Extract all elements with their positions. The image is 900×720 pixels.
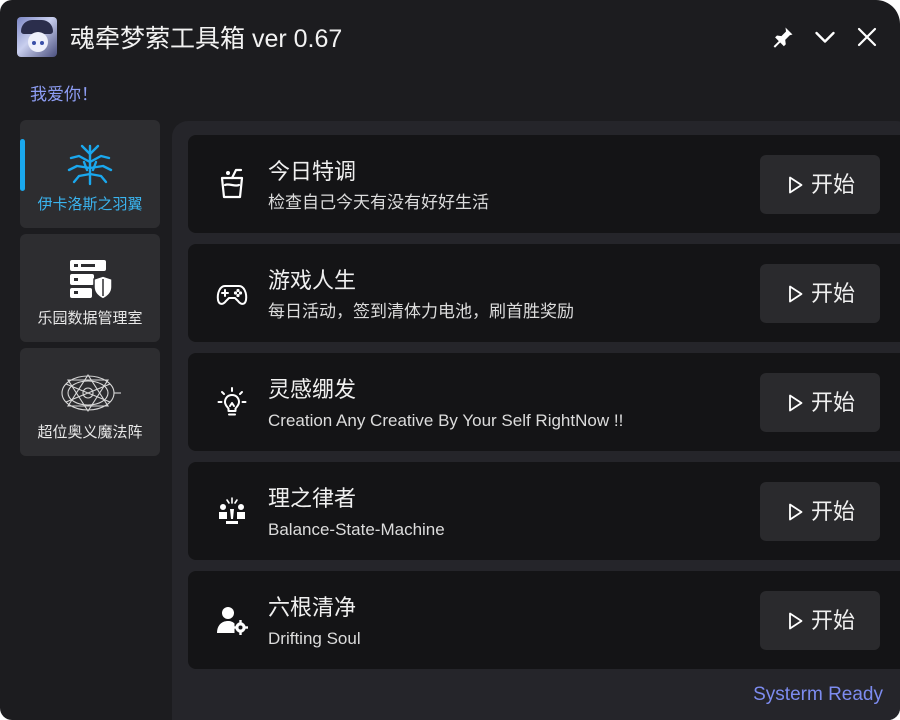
- status-text: Systerm Ready: [753, 684, 883, 705]
- tool-card-pure-mind: 六根清净 Drifting Soul 开始: [188, 571, 900, 669]
- sidebar-item-label: 伊卡洛斯之羽翼: [37, 196, 143, 213]
- sidebar-item-label: 乐园数据管理室: [37, 310, 143, 327]
- start-button-label: 开始: [810, 280, 855, 306]
- wings-icon: [67, 144, 113, 186]
- sidebar-item-label: 超位奥义魔法阵: [37, 424, 143, 441]
- tool-description: Balance-State-Machine: [268, 520, 445, 539]
- pin-icon: [773, 27, 793, 48]
- tool-description: 每日活动，签到清体力电池，刷首胜奖励: [268, 302, 574, 321]
- tool-title: 理之律者: [268, 486, 357, 511]
- tool-title: 今日特调: [268, 159, 357, 184]
- start-button-label: 开始: [810, 389, 855, 415]
- magic-circle-icon: [61, 373, 121, 413]
- start-button[interactable]: 开始: [760, 591, 880, 650]
- tool-card-daily-special: 今日特调 检查自己今天有没有好好生活 开始: [188, 135, 900, 233]
- close-button[interactable]: [854, 24, 880, 50]
- lightbulb-icon: [217, 387, 247, 416]
- play-icon: [789, 285, 803, 302]
- tool-card-game-life: 游戏人生 每日活动，签到清体力电池，刷首胜奖励 开始: [188, 244, 900, 342]
- balance-icon: [219, 497, 245, 524]
- tool-card-inspiration: 灵感绷发 Creation Any Creative By Your Self …: [188, 353, 900, 451]
- tool-title: 游戏人生: [268, 268, 357, 293]
- greeting-text: 我爱你！: [30, 85, 98, 104]
- sidebar-item-magic-circle[interactable]: 超位奥义魔法阵: [20, 348, 160, 456]
- start-button[interactable]: 开始: [760, 482, 880, 541]
- start-button-label: 开始: [810, 498, 855, 524]
- chevron-down-icon: [815, 31, 835, 43]
- sidebar-item-icarus-wings[interactable]: 伊卡洛斯之羽翼: [20, 120, 160, 228]
- play-icon: [789, 503, 803, 520]
- app-title: 魂牵梦萦工具箱 ver 0.67: [70, 25, 343, 53]
- active-indicator: [20, 139, 25, 191]
- minimize-button[interactable]: [812, 24, 838, 50]
- play-icon: [789, 612, 803, 629]
- tool-card-law-of-reason: 理之律者 Balance-State-Machine 开始: [188, 462, 900, 560]
- start-button-label: 开始: [810, 607, 855, 633]
- user-gear-icon: [217, 607, 248, 635]
- play-icon: [789, 394, 803, 411]
- gamepad-icon: [216, 285, 248, 305]
- start-button[interactable]: 开始: [760, 155, 880, 214]
- drink-icon: [220, 168, 244, 199]
- close-icon: [857, 27, 877, 47]
- play-icon: [789, 176, 803, 193]
- start-button[interactable]: 开始: [760, 373, 880, 432]
- tool-description: 检查自己今天有没有好好生活: [268, 193, 489, 212]
- tool-title: 灵感绷发: [268, 377, 357, 402]
- tool-title: 六根清净: [268, 595, 357, 620]
- server-shield-icon: [70, 260, 113, 300]
- tool-description: Creation Any Creative By Your Self Right…: [268, 411, 624, 430]
- start-button[interactable]: 开始: [760, 264, 880, 323]
- app-avatar: [17, 17, 57, 57]
- pin-button[interactable]: [770, 24, 796, 50]
- start-button-label: 开始: [810, 171, 855, 197]
- app-window: 魂牵梦萦工具箱 ver 0.67 我爱你！ 伊卡洛斯之羽翼 乐园数据管理室 超位…: [0, 0, 900, 720]
- tool-description: Drifting Soul: [268, 629, 361, 648]
- sidebar-item-data-room[interactable]: 乐园数据管理室: [20, 234, 160, 342]
